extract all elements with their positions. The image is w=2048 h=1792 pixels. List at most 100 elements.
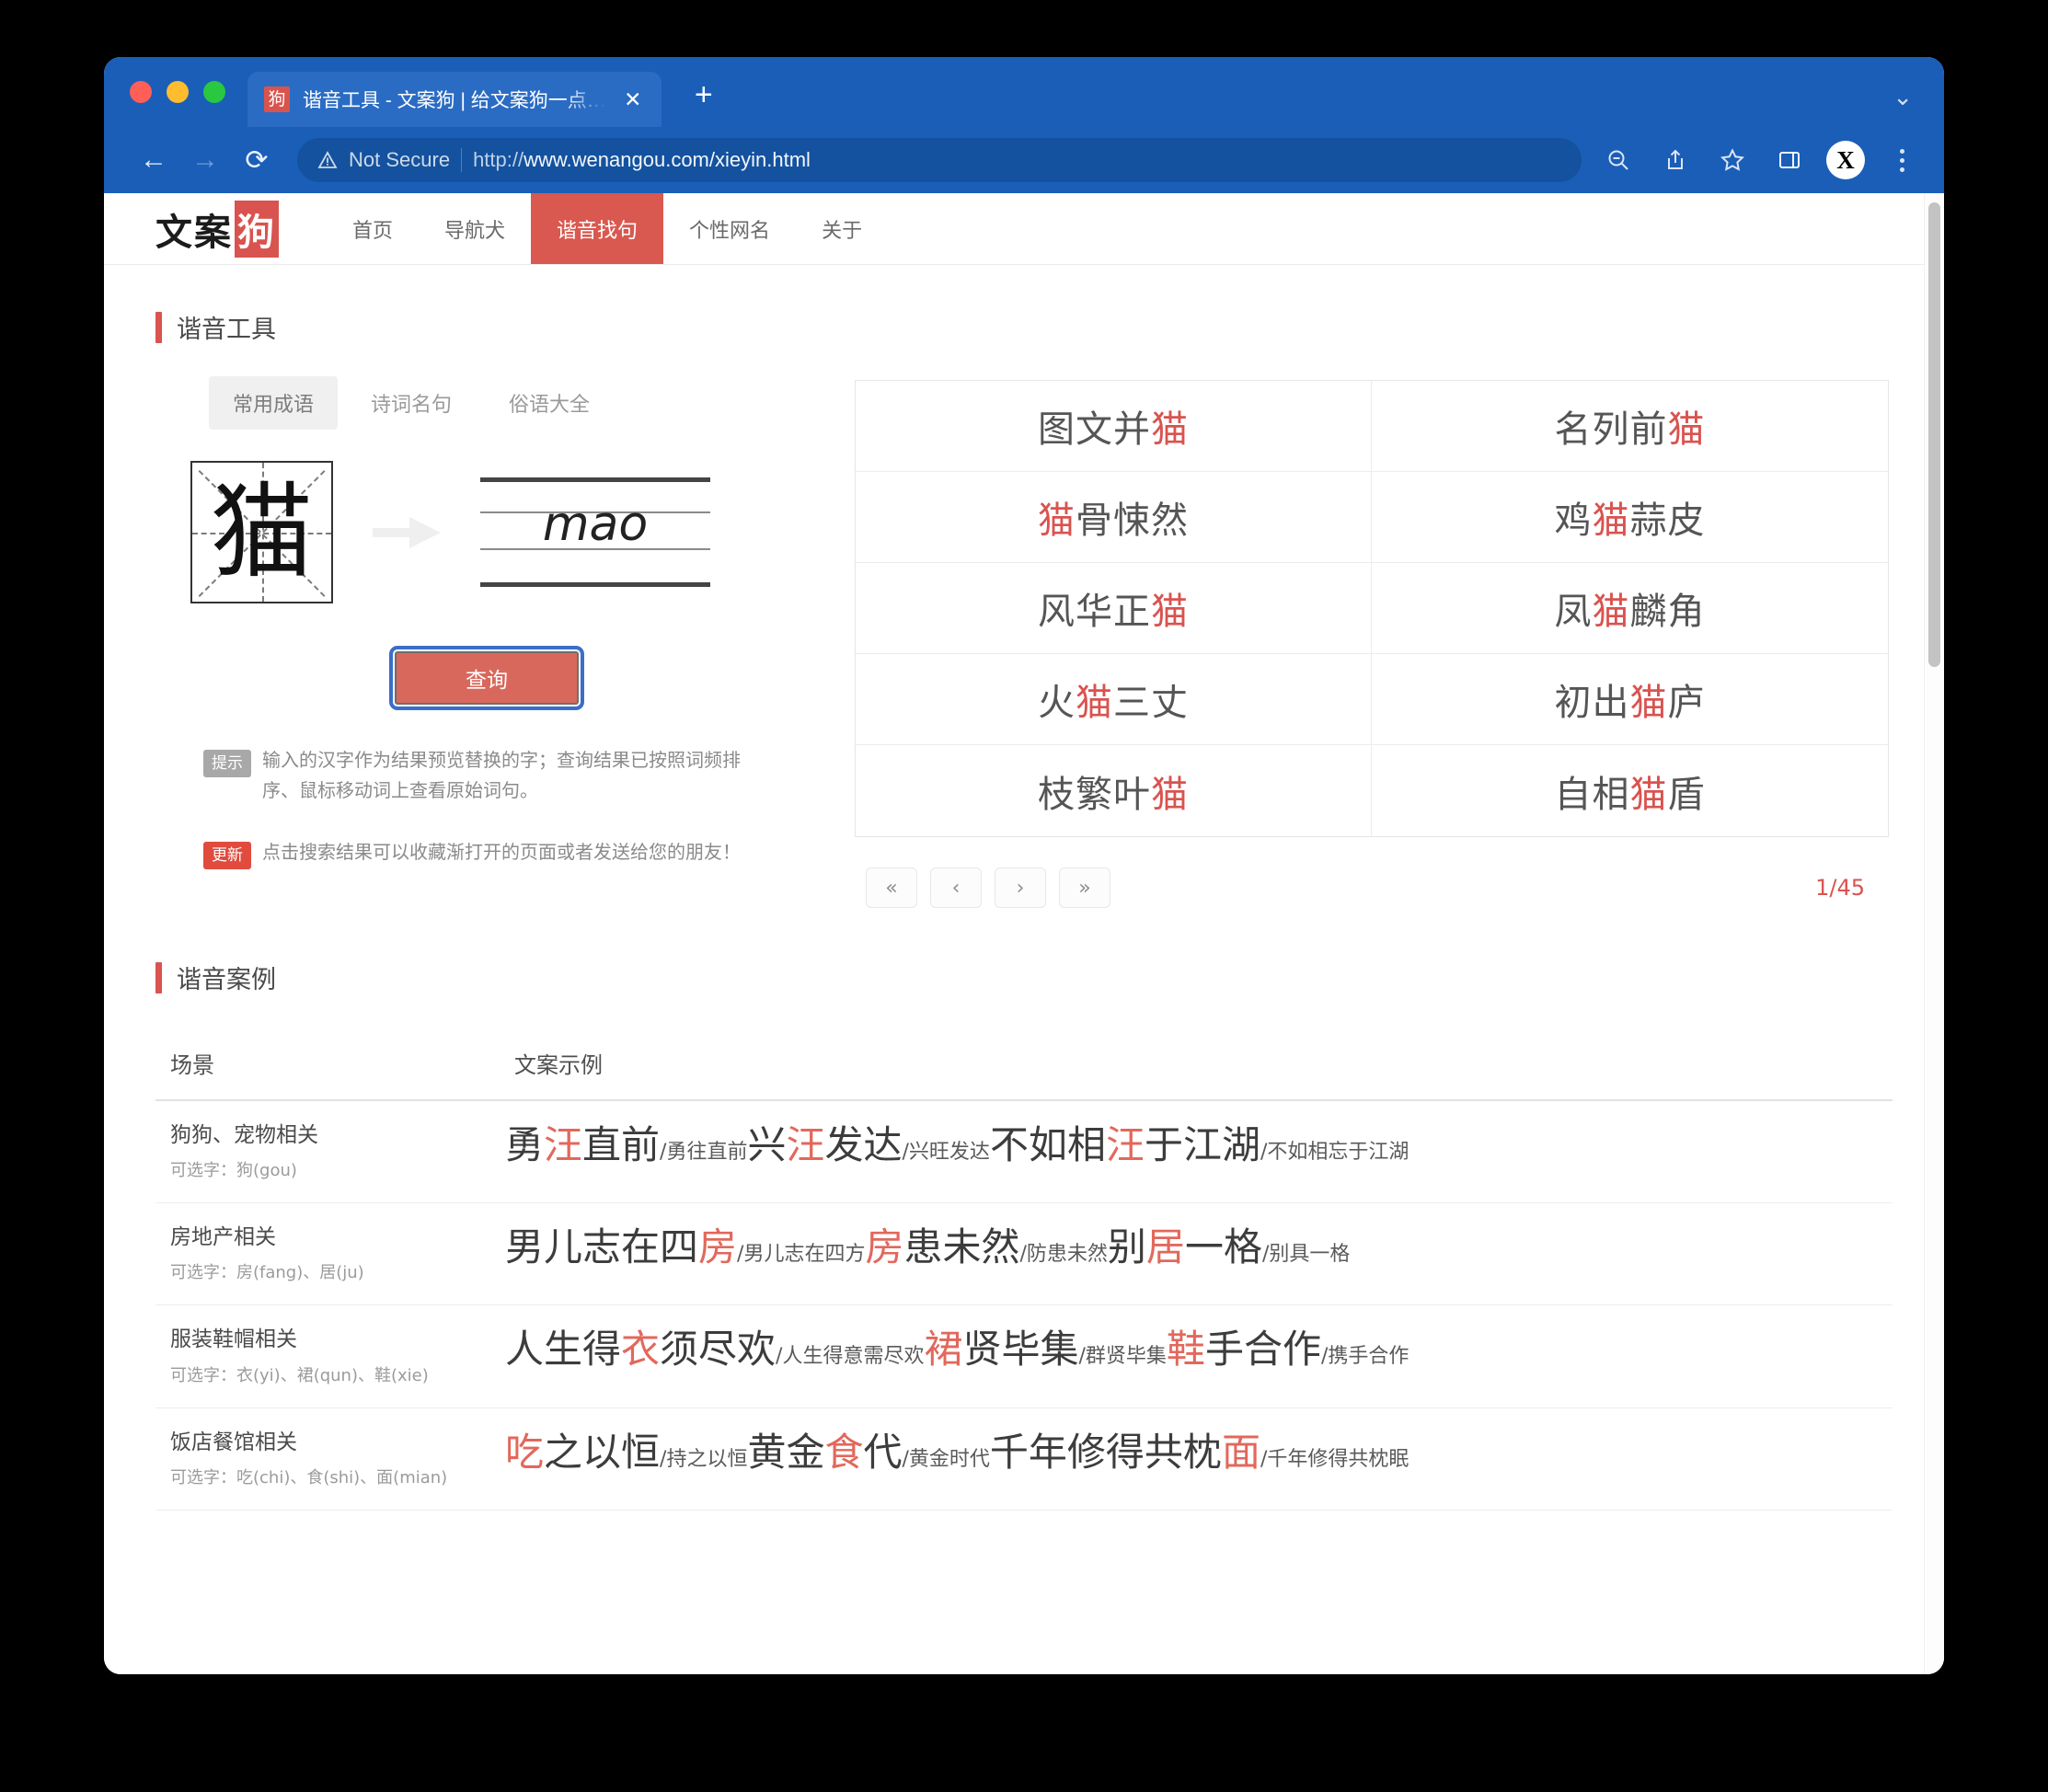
cases-table-body: 狗狗、宠物相关 可选字：狗(gou) 勇汪直前/勇往直前兴汪发达/兴旺发达不如相… — [155, 1100, 1893, 1511]
example-highlight: 面 — [1221, 1429, 1260, 1475]
omnibox-divider — [461, 148, 463, 172]
last-page-button[interactable]: » — [1059, 867, 1110, 908]
result-prefix: 风华正 — [1038, 591, 1151, 633]
result-highlight: 猫 — [1667, 408, 1706, 451]
side-panel-icon[interactable] — [1769, 140, 1810, 180]
examples-cell: 吃之以恒/持之以恒黄金食代/黄金时代千年修得共枕面/千年修得共枕眠 — [505, 1407, 1893, 1511]
page-scrollbar-thumb[interactable] — [1928, 202, 1940, 667]
nav-item-nickname[interactable]: 个性网名 — [663, 193, 796, 264]
result-prefix: 自相 — [1554, 773, 1630, 816]
page-viewport: 文案狗 首页 导航犬 谐音找句 个性网名 关于 谐音工具 常用成语 诗词名句 俗… — [104, 193, 1944, 1674]
kebab-dots — [1899, 148, 1904, 172]
result-highlight: 猫 — [1592, 500, 1630, 542]
url-scheme: http:// — [473, 148, 524, 171]
new-tab-button[interactable]: + — [685, 77, 722, 114]
cases-section-title-text: 谐音案例 — [177, 966, 276, 994]
next-page-button[interactable]: › — [995, 867, 1046, 908]
tab-common-idioms[interactable]: 常用成语 — [209, 376, 339, 430]
result-suffix: 骨悚然 — [1076, 500, 1189, 542]
maximize-window-button[interactable] — [203, 81, 225, 103]
browser-menu-icon[interactable] — [1881, 140, 1922, 180]
nav-item-home[interactable]: 首页 — [327, 193, 419, 264]
example-origin: /持之以恒 — [660, 1447, 748, 1471]
browser-tab[interactable]: 狗 谐音工具 - 文案狗 | 给文案狗一点… ✕ — [247, 72, 662, 127]
page-scrollbar-track[interactable] — [1924, 193, 1944, 1674]
example-phrase: 鞋手合作 — [1167, 1327, 1321, 1372]
example-highlight: 房 — [865, 1224, 904, 1270]
site-logo[interactable]: 文案狗 — [155, 193, 327, 264]
close-window-button[interactable] — [130, 81, 152, 103]
reload-button[interactable]: ⟳ — [231, 138, 282, 182]
forward-button[interactable]: → — [179, 138, 231, 182]
result-highlight: 猫 — [1038, 500, 1076, 542]
hint-row-update: 更新 点击搜索结果可以收藏渐打开的页面或者发送给您的朋友！ — [203, 837, 763, 870]
example-phrase: 兴汪发达 — [747, 1122, 902, 1167]
update-badge: 更新 — [203, 842, 251, 870]
result-item[interactable]: 名列前猫 — [1372, 381, 1888, 472]
back-button[interactable]: ← — [128, 138, 179, 182]
not-secure-warning-icon — [317, 150, 338, 170]
examples-cell: 人生得衣须尽欢/人生得意需尽欢裙贤毕集/群贤毕集鞋手合作/携手合作 — [505, 1304, 1893, 1408]
browser-window: 狗 谐音工具 - 文案狗 | 给文案狗一点… ✕ + ⌄ ← → ⟳ Not S… — [104, 57, 1944, 1674]
nav-item-homophone[interactable]: 谐音找句 — [531, 193, 664, 264]
example-origin: /携手合作 — [1320, 1345, 1409, 1369]
example-prefix: 勇 — [505, 1122, 545, 1167]
page-counter: 1/45 — [1815, 875, 1865, 901]
result-item[interactable]: 猫骨悚然 — [856, 472, 1372, 563]
security-status-label: Not Secure — [349, 148, 451, 171]
toolbar-icon-group: X — [1598, 140, 1922, 180]
window-traffic-lights — [104, 81, 225, 127]
example-origin: /防患未然 — [1019, 1243, 1108, 1267]
zoom-out-icon[interactable] — [1598, 140, 1639, 180]
title-accent-bar — [155, 311, 162, 343]
prev-page-button[interactable]: ‹ — [930, 867, 982, 908]
result-item[interactable]: 风华正猫 — [856, 563, 1372, 654]
tab-poetry-lines[interactable]: 诗词名句 — [347, 376, 476, 430]
scene-name: 饭店餐馆相关 — [170, 1430, 297, 1454]
site-logo-highlight: 狗 — [235, 200, 279, 258]
query-button-wrapper: 查询 — [155, 603, 818, 710]
example-origin: /黄金时代 — [902, 1447, 990, 1471]
category-tabs: 常用成语 诗词名句 俗语大全 — [155, 376, 818, 430]
result-suffix: 庐 — [1667, 682, 1706, 724]
result-item[interactable]: 鸡猫蒜皮 — [1372, 472, 1888, 563]
minimize-window-button[interactable] — [167, 81, 189, 103]
example-prefix: 人生得 — [505, 1327, 622, 1373]
scene-options: 可选字：房(fang)、居(ju) — [170, 1263, 364, 1283]
result-item[interactable]: 初出猫庐 — [1372, 654, 1888, 745]
bookmark-star-icon[interactable] — [1712, 140, 1753, 180]
example-phrase: 吃之以恒 — [505, 1430, 660, 1475]
result-item[interactable]: 枝繁叶猫 — [856, 745, 1372, 836]
tab-proverbs[interactable]: 俗语大全 — [485, 376, 614, 430]
example-suffix: 代 — [863, 1429, 903, 1475]
url-text: http://www.wenangou.com/xieyin.html — [473, 148, 811, 172]
close-tab-icon[interactable]: ✕ — [619, 86, 647, 113]
share-icon[interactable] — [1655, 140, 1696, 180]
query-button[interactable]: 查询 — [389, 646, 584, 710]
column-header-examples: 文案示例 — [505, 1036, 1893, 1101]
character-input-box[interactable]: 猫 — [190, 461, 333, 603]
result-item[interactable]: 自相猫盾 — [1372, 745, 1888, 836]
chevron-down-icon[interactable]: ⌄ — [1893, 85, 1913, 109]
first-page-button[interactable]: « — [866, 867, 917, 908]
nav-item-about[interactable]: 关于 — [796, 193, 888, 264]
result-suffix: 麟角 — [1629, 591, 1706, 633]
example-highlight: 汪 — [1105, 1122, 1145, 1167]
results-grid: 图文并猫 名列前猫 猫骨悚然 鸡猫蒜皮 风华正猫 凤猫麟角 火猫三丈 初出猫庐 … — [855, 380, 1889, 837]
result-item[interactable]: 凤猫麟角 — [1372, 563, 1888, 654]
result-item[interactable]: 图文并猫 — [856, 381, 1372, 472]
nav-item-navigation[interactable]: 导航犬 — [419, 193, 531, 264]
example-phrase: 别居一格 — [1108, 1224, 1262, 1269]
result-item[interactable]: 火猫三丈 — [856, 654, 1372, 745]
table-row: 狗狗、宠物相关 可选字：狗(gou) 勇汪直前/勇往直前兴汪发达/兴旺发达不如相… — [155, 1100, 1893, 1204]
examples-cell: 男儿志在四房/男儿志在四方房患未然/防患未然别居一格/别具一格 — [505, 1202, 1893, 1306]
tip-text: 输入的汉字作为结果预览替换的字；查询结果已按照词频排序、鼠标移动词上查看原始词句… — [262, 749, 741, 801]
example-prefix: 千年修得共枕 — [989, 1429, 1222, 1475]
example-phrase: 不如相汪于江湖 — [990, 1122, 1260, 1167]
example-prefix: 别 — [1107, 1224, 1146, 1270]
profile-avatar[interactable]: X — [1826, 141, 1865, 179]
site-header: 文案狗 首页 导航犬 谐音找句 个性网名 关于 — [104, 193, 1944, 265]
example-origin: /群贤毕集 — [1078, 1345, 1167, 1369]
address-bar[interactable]: Not Secure http://www.wenangou.com/xieyi… — [297, 138, 1582, 182]
result-prefix: 枝繁叶 — [1038, 773, 1151, 816]
